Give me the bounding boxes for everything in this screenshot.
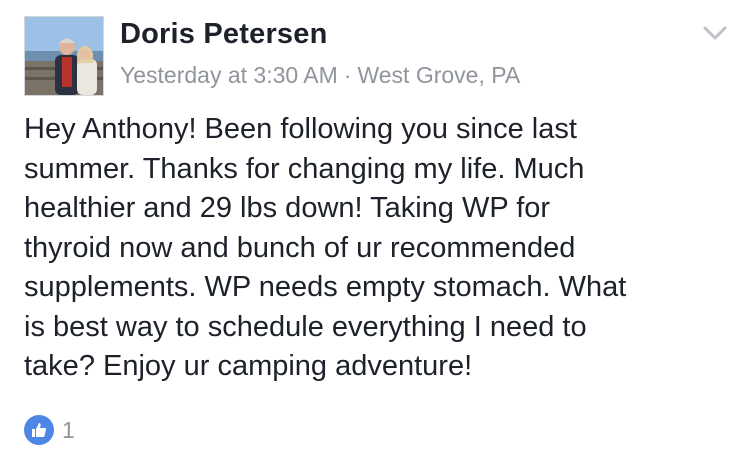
author-name[interactable]: Doris Petersen [120, 18, 328, 51]
reaction-summary[interactable]: 1 [24, 414, 75, 446]
chevron-down-icon[interactable] [702, 24, 728, 42]
post-location[interactable]: West Grove, PA [357, 62, 520, 88]
author-avatar[interactable] [24, 16, 104, 96]
reaction-count: 1 [62, 416, 75, 443]
post-timestamp[interactable]: Yesterday at 3:30 AM [120, 62, 338, 88]
like-icon [24, 415, 54, 445]
meta-separator: · [343, 62, 352, 88]
facebook-post: Doris Petersen Yesterday at 3:30 AM · West… [0, 0, 750, 465]
post-meta: Yesterday at 3:30 AM · West Grove, PA [120, 62, 520, 89]
avatar-photo [25, 17, 103, 95]
post-body: Hey Anthony! Been following you since la… [24, 113, 627, 382]
